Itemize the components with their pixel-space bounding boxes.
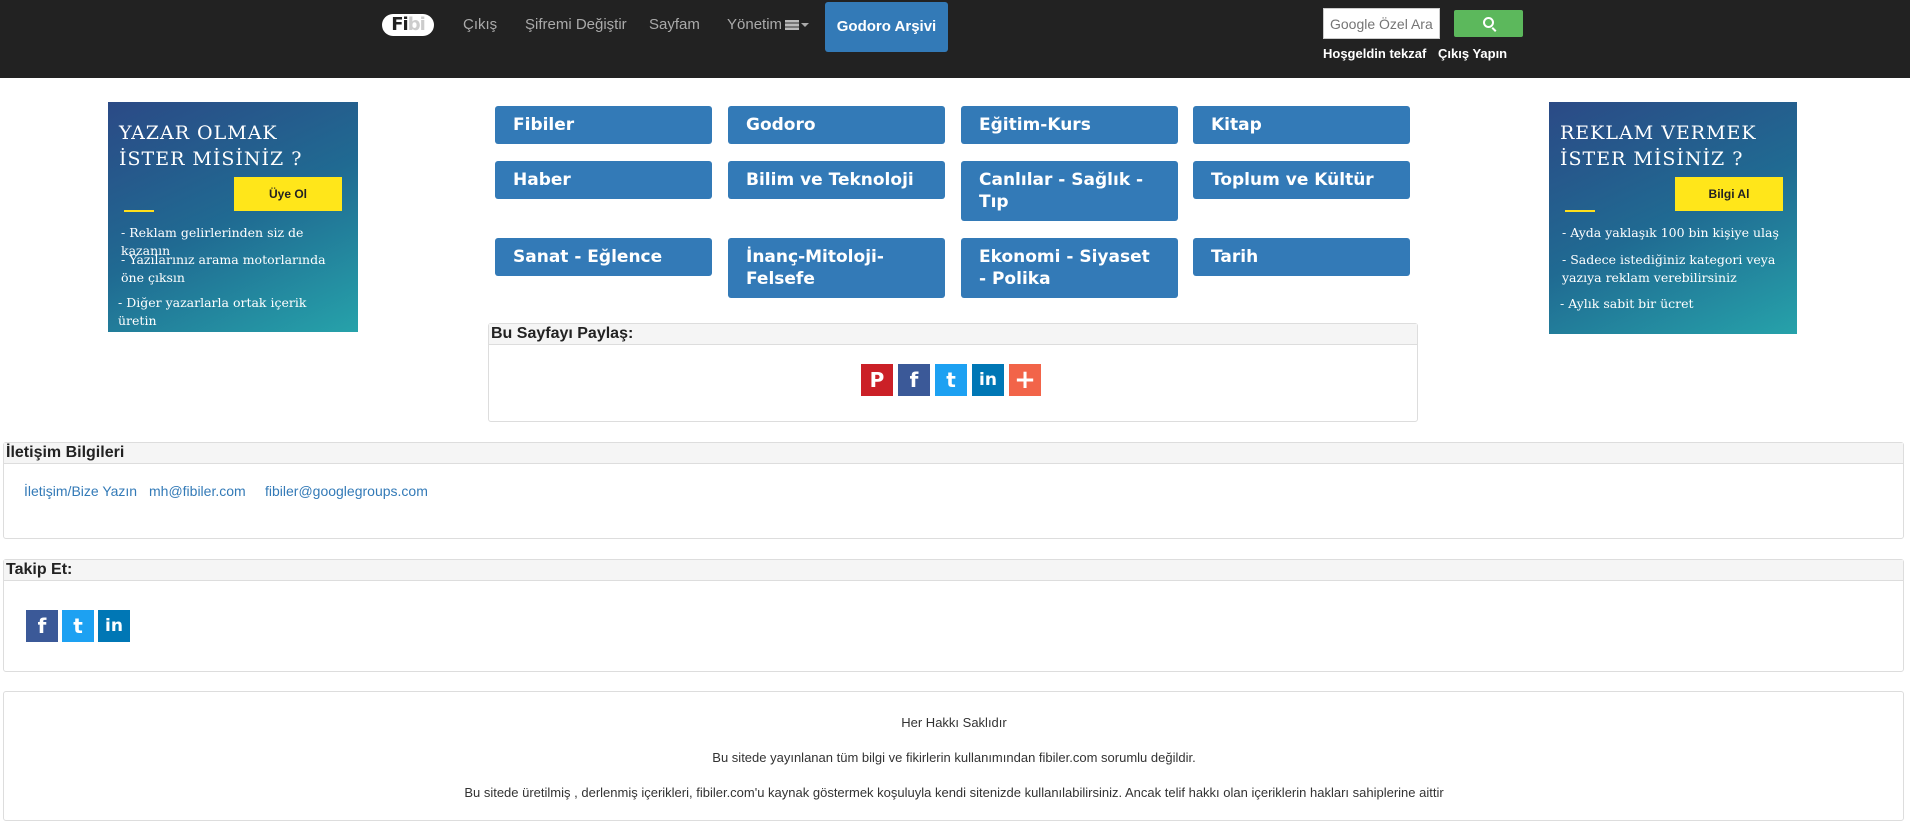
ad-bullet: - Aylık sabit bir ücret xyxy=(1560,296,1694,311)
ad-divider xyxy=(124,210,154,212)
category-godoro[interactable]: Godoro xyxy=(728,106,945,144)
ad-bullet: - Ayda yaklaşık 100 bin kişiye ulaş xyxy=(1562,225,1779,240)
twitter-icon[interactable]: t xyxy=(935,364,967,396)
signup-button[interactable]: Üye Ol xyxy=(234,177,342,211)
category-toplum-kultur[interactable]: Toplum ve Kültür xyxy=(1193,161,1410,199)
twitter-icon[interactable]: t xyxy=(62,610,94,642)
pinterest-icon[interactable]: P xyxy=(861,364,893,396)
become-author-ad[interactable]: YAZAR OLMAK İSTER MİSİNİZ ? Üye Ol - Rek… xyxy=(108,102,358,332)
ad-title: YAZAR OLMAK İSTER MİSİNİZ ? xyxy=(119,122,303,170)
nav-logout-link[interactable]: Çıkış xyxy=(463,15,497,35)
contact-us-link[interactable]: İletişim/Bize Yazın xyxy=(24,483,137,499)
nav-admin-dropdown[interactable]: Yönetim xyxy=(727,15,810,35)
facebook-icon[interactable]: f xyxy=(26,610,58,642)
contact-panel-title: İletişim Bilgileri xyxy=(4,443,1903,464)
search-button[interactable] xyxy=(1454,10,1523,37)
nav-admin-label: Yönetim xyxy=(727,16,783,33)
plus-icon[interactable]: + xyxy=(1009,364,1041,396)
nav-change-password-link[interactable]: Şifremi Değiştir xyxy=(525,15,627,35)
category-fibiler[interactable]: Fibiler xyxy=(495,106,712,144)
category-haber[interactable]: Haber xyxy=(495,161,712,199)
ad-divider xyxy=(1565,210,1595,212)
follow-panel: Takip Et: f t in xyxy=(3,559,1904,672)
info-button[interactable]: Bilgi Al xyxy=(1675,177,1783,211)
search-input[interactable] xyxy=(1323,8,1440,39)
ad-bullet: - Yazılarınız arama motorlarında öne çık… xyxy=(121,252,326,285)
nav-my-page-link[interactable]: Sayfam xyxy=(649,15,700,35)
search-icon xyxy=(1483,17,1494,28)
advertise-ad[interactable]: REKLAM VERMEK İSTER MİSİNİZ ? Bilgi Al -… xyxy=(1549,102,1797,334)
site-logo[interactable]: Fibi xyxy=(382,14,434,36)
category-bilim-teknoloji[interactable]: Bilim ve Teknoloji xyxy=(728,161,945,199)
ad-bullet: - Sadece istediğiniz kategori veya yazıy… xyxy=(1562,252,1776,285)
caret-down-icon xyxy=(801,23,810,28)
category-tarih[interactable]: Tarih xyxy=(1193,238,1410,276)
category-ekonomi-siyaset[interactable]: Ekonomi - Siyaset - Polika xyxy=(961,238,1178,298)
email-link[interactable]: mh@fibiler.com xyxy=(149,483,246,499)
godoro-archive-button[interactable]: Godoro Arşivi xyxy=(825,2,948,52)
category-canlilar-saglik-tip[interactable]: Canlılar - Sağlık - Tıp xyxy=(961,161,1178,221)
follow-panel-title: Takip Et: xyxy=(4,560,1903,581)
welcome-text: Hoşgeldin tekzaf xyxy=(1323,46,1427,61)
disclaimer-text: Bu sitede yayınlanan tüm bilgi ve fikirl… xyxy=(712,750,1196,765)
copyright-text: Her Hakkı Saklıdır xyxy=(901,715,1007,730)
usage-text: Bu sitede üretilmiş , derlenmiş içerikle… xyxy=(464,785,1444,800)
ad-bullet: - Diğer yazarlarla ortak içerik üretin xyxy=(118,295,307,328)
logout-link[interactable]: Çıkış Yapın xyxy=(1438,46,1507,61)
flag-icon xyxy=(785,20,800,31)
share-panel-title: Bu Sayfayı Paylaş: xyxy=(489,324,1417,345)
share-panel: Bu Sayfayı Paylaş: P f t in + xyxy=(488,323,1418,422)
category-kitap[interactable]: Kitap xyxy=(1193,106,1410,144)
linkedin-icon[interactable]: in xyxy=(98,610,130,642)
facebook-icon[interactable]: f xyxy=(898,364,930,396)
linkedin-icon[interactable]: in xyxy=(972,364,1004,396)
category-sanat-eglence[interactable]: Sanat - Eğlence xyxy=(495,238,712,276)
ad-title: REKLAM VERMEK İSTER MİSİNİZ ? xyxy=(1560,122,1757,170)
category-egitim-kurs[interactable]: Eğitim-Kurs xyxy=(961,106,1178,144)
top-navbar: Fibi Çıkış Şifremi Değiştir Sayfam Yönet… xyxy=(0,0,1910,78)
group-email-link[interactable]: fibiler@googlegroups.com xyxy=(265,483,428,499)
category-inanc-mitoloji-felsefe[interactable]: İnanç-Mitoloji-Felsefe xyxy=(728,238,945,298)
